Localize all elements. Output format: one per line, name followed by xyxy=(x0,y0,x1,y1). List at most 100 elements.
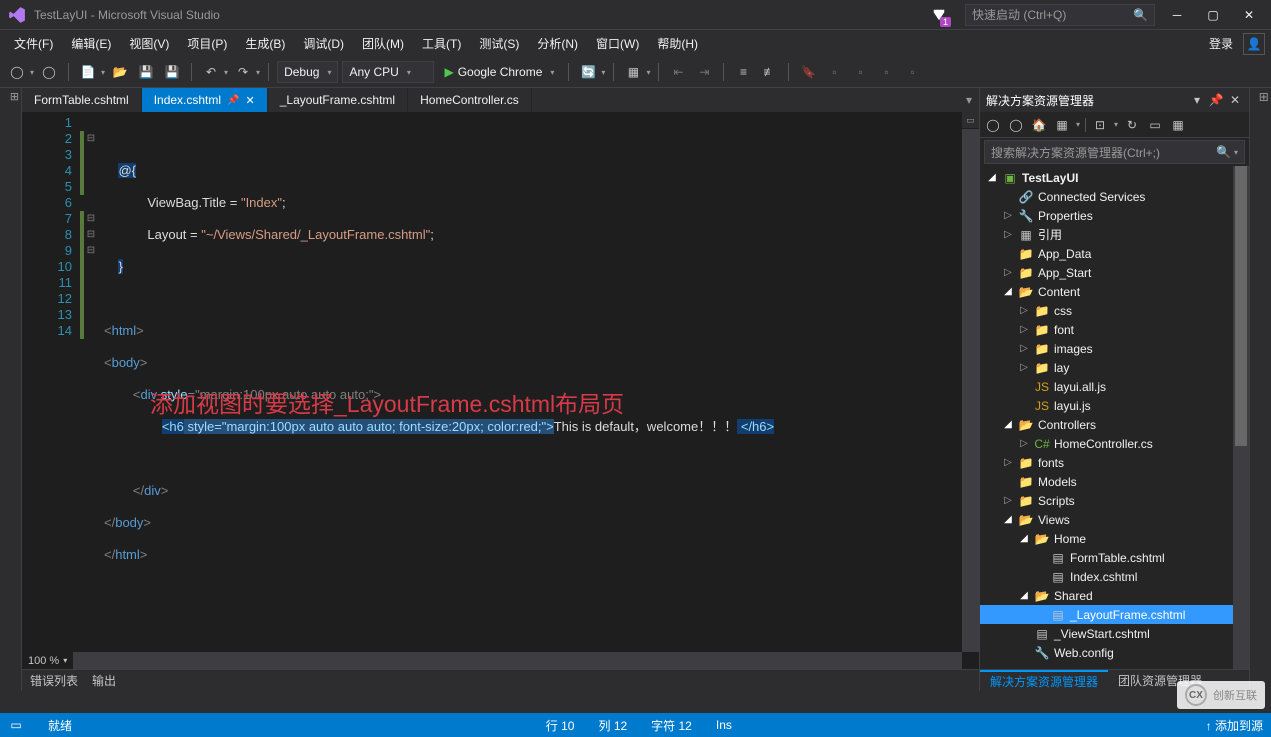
platform-combo[interactable]: Any CPU▾ xyxy=(342,61,434,83)
pin-icon[interactable]: 📌 xyxy=(1208,92,1224,108)
notification-icon[interactable]: 1 xyxy=(929,5,949,25)
back-nav-icon[interactable]: ◯ xyxy=(6,61,28,83)
close-button[interactable]: ✕ xyxy=(1235,5,1263,25)
sign-in-link[interactable]: 登录 xyxy=(1201,32,1241,55)
chevron-down-icon[interactable]: ◢ xyxy=(1002,514,1014,525)
menu-item[interactable]: 调试(D) xyxy=(295,32,352,55)
code-editor[interactable]: 1234567891011121314 ⊟⊟⊟⊟ @{ ViewBag.Titl… xyxy=(22,112,979,669)
tree-node[interactable]: ▷📁Scripts xyxy=(980,491,1249,510)
chevron-right-icon[interactable]: ▷ xyxy=(1018,305,1030,316)
save-icon[interactable]: 💾 xyxy=(135,61,157,83)
tree-node[interactable]: ▷📁fonts xyxy=(980,453,1249,472)
refresh-icon[interactable]: ↻ xyxy=(1123,116,1141,134)
chevron-right-icon[interactable]: ▷ xyxy=(1002,210,1014,221)
document-tab[interactable]: _LayoutFrame.cshtml xyxy=(268,88,408,112)
chevron-right-icon[interactable]: ▷ xyxy=(1018,438,1030,449)
menu-item[interactable]: 文件(F) xyxy=(6,32,61,55)
start-debug-button[interactable]: ▶Google Chrome▾ xyxy=(438,65,560,79)
tree-node[interactable]: ◢📂Views xyxy=(980,510,1249,529)
tree-node[interactable]: 🔗Connected Services xyxy=(980,187,1249,206)
solution-config-combo[interactable]: Debug▾ xyxy=(277,61,338,83)
tree-node[interactable]: ▤_ViewStart.cshtml xyxy=(980,624,1249,643)
chevron-down-icon[interactable]: ◢ xyxy=(1002,286,1014,297)
document-tab-active[interactable]: Index.cshtml📌✕ xyxy=(142,88,268,112)
new-project-icon[interactable]: 📄 xyxy=(77,61,99,83)
chevron-right-icon[interactable]: ▷ xyxy=(1018,362,1030,373)
collapse-icon[interactable]: ⊡ xyxy=(1091,116,1109,134)
show-all-icon[interactable]: ▭ xyxy=(1146,116,1164,134)
tree-node[interactable]: ▷📁App_Start xyxy=(980,263,1249,282)
quick-launch[interactable]: 快速启动 (Ctrl+Q) 🔍 xyxy=(965,4,1155,26)
document-tab[interactable]: HomeController.cs xyxy=(408,88,532,112)
code-content[interactable]: @{ ViewBag.Title = "Index"; Layout = "~/… xyxy=(98,112,979,669)
extension-icon[interactable]: ▦ xyxy=(622,61,644,83)
chevron-right-icon[interactable]: ▷ xyxy=(1018,324,1030,335)
close-icon[interactable]: ✕ xyxy=(246,94,255,107)
tabs-overflow-icon[interactable]: ▾ xyxy=(959,88,979,112)
menu-item[interactable]: 视图(V) xyxy=(121,32,177,55)
tree-node[interactable]: ◢📂Controllers xyxy=(980,415,1249,434)
tree-node[interactable]: ▷📁images xyxy=(980,339,1249,358)
panel-options-icon[interactable]: ▾ xyxy=(1189,92,1205,108)
solution-tree[interactable]: ◢▣TestLayUI🔗Connected Services▷🔧Properti… xyxy=(980,166,1249,669)
redo-icon[interactable]: ↷ xyxy=(232,61,254,83)
fold-gutter[interactable]: ⊟⊟⊟⊟ xyxy=(84,112,98,669)
panel-tab-solution[interactable]: 解决方案资源管理器 xyxy=(980,670,1108,692)
editor-scrollbar-vertical[interactable]: ▭ xyxy=(962,112,979,652)
panel-search[interactable]: 搜索解决方案资源管理器(Ctrl+;)🔍▾ xyxy=(984,140,1245,164)
back-icon[interactable]: ◯ xyxy=(984,116,1002,134)
chevron-down-icon[interactable]: ◢ xyxy=(1018,590,1030,601)
tool-icon[interactable]: ▫ xyxy=(823,61,845,83)
chevron-down-icon[interactable]: ◢ xyxy=(1018,533,1030,544)
properties-icon[interactable]: ▦ xyxy=(1169,116,1187,134)
tree-node[interactable]: JSlayui.all.js xyxy=(980,377,1249,396)
minimize-button[interactable]: ─ xyxy=(1163,5,1191,25)
browser-link-icon[interactable]: 🔄 xyxy=(577,61,599,83)
chevron-right-icon[interactable]: ▷ xyxy=(1002,267,1014,278)
avatar-icon[interactable]: 👤 xyxy=(1243,33,1265,55)
tree-node[interactable]: ▷📁lay xyxy=(980,358,1249,377)
maximize-button[interactable]: ▢ xyxy=(1199,5,1227,25)
bookmark-icon[interactable]: 🔖 xyxy=(797,61,819,83)
chevron-down-icon[interactable]: ◢ xyxy=(1002,419,1014,430)
tree-node[interactable]: ◢📂Content xyxy=(980,282,1249,301)
menu-item[interactable]: 分析(N) xyxy=(529,32,586,55)
menu-item[interactable]: 团队(M) xyxy=(354,32,412,55)
chevron-right-icon[interactable]: ▷ xyxy=(1002,457,1014,468)
menu-item[interactable]: 项目(P) xyxy=(179,32,235,55)
right-tool-gutter[interactable]: ⊞ xyxy=(1249,88,1271,691)
output-tab[interactable]: 输出 xyxy=(92,672,116,689)
open-file-icon[interactable]: 📂 xyxy=(109,61,131,83)
tree-node[interactable]: 🔧Web.config xyxy=(980,643,1249,662)
tool-icon[interactable]: ▫ xyxy=(901,61,923,83)
split-icon[interactable]: ▭ xyxy=(962,112,979,129)
menu-item[interactable]: 窗口(W) xyxy=(588,32,647,55)
home-icon[interactable]: 🏠 xyxy=(1030,116,1048,134)
tree-scrollbar[interactable] xyxy=(1233,166,1249,669)
pin-icon[interactable]: 📌 xyxy=(227,95,239,106)
tool-icon[interactable]: ▫ xyxy=(849,61,871,83)
menu-item[interactable]: 编辑(E) xyxy=(63,32,119,55)
tree-node[interactable]: ◢📂Shared xyxy=(980,586,1249,605)
forward-nav-icon[interactable]: ◯ xyxy=(38,61,60,83)
chevron-right-icon[interactable]: ▷ xyxy=(1002,229,1014,240)
tree-node[interactable]: 📁App_Data xyxy=(980,244,1249,263)
menu-item[interactable]: 工具(T) xyxy=(414,32,469,55)
tree-node[interactable]: ▷▦引用 xyxy=(980,225,1249,244)
close-icon[interactable]: ✕ xyxy=(1227,92,1243,108)
tree-node[interactable]: 📁Models xyxy=(980,472,1249,491)
tree-node[interactable]: JSlayui.js xyxy=(980,396,1249,415)
tree-node[interactable]: ▷C#HomeController.cs xyxy=(980,434,1249,453)
comment-icon[interactable]: ≡ xyxy=(732,61,754,83)
zoom-combo[interactable]: 100 %▾ xyxy=(22,652,73,669)
forward-icon[interactable]: ◯ xyxy=(1007,116,1025,134)
menu-item[interactable]: 生成(B) xyxy=(237,32,293,55)
tree-node[interactable]: ◢📂Home xyxy=(980,529,1249,548)
error-list-tab[interactable]: 错误列表 xyxy=(30,672,78,689)
document-tab[interactable]: FormTable.cshtml xyxy=(22,88,142,112)
outdent-icon[interactable]: ⇥ xyxy=(693,61,715,83)
tool-icon[interactable]: ▫ xyxy=(875,61,897,83)
chevron-right-icon[interactable]: ▷ xyxy=(1018,343,1030,354)
tree-node[interactable]: ▷🔧Properties xyxy=(980,206,1249,225)
chevron-down-icon[interactable]: ◢ xyxy=(986,172,998,183)
